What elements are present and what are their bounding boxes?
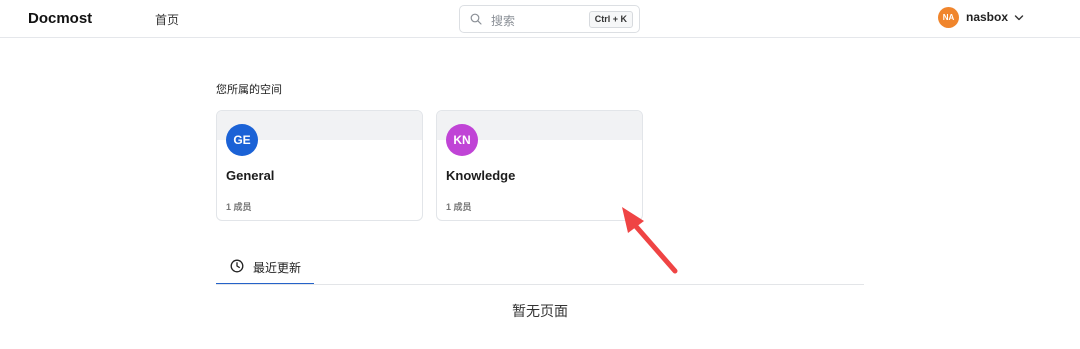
search-placeholder: 搜索 — [491, 14, 516, 28]
space-member-count: 1 成员 — [226, 202, 252, 212]
app-logo[interactable]: Docmost — [28, 10, 92, 27]
tab-recent-label: 最近更新 — [253, 261, 302, 275]
space-name: General — [226, 168, 275, 183]
tab-recent-updates[interactable]: 最近更新 — [216, 250, 314, 285]
search-shortcut-badge: Ctrl + K — [588, 11, 633, 28]
search-icon — [470, 13, 482, 25]
nav-home-link[interactable]: 首页 — [155, 11, 179, 28]
annotation-arrow-icon — [622, 207, 678, 274]
clock-icon — [230, 259, 244, 273]
tab-divider — [216, 284, 864, 285]
user-avatar[interactable]: NA — [938, 7, 959, 28]
space-member-count: 1 成员 — [446, 202, 472, 212]
empty-state-text: 暂无页面 — [512, 303, 568, 319]
top-header: Docmost 首页 搜索 Ctrl + K NA nasbox — [0, 0, 1080, 38]
space-card-general[interactable]: GE General 1 成员 — [216, 110, 423, 221]
chevron-down-icon[interactable] — [1014, 13, 1024, 23]
spaces-section-title: 您所属的空间 — [216, 84, 282, 96]
search-input[interactable]: 搜索 Ctrl + K — [459, 5, 640, 33]
user-name[interactable]: nasbox — [966, 10, 1008, 24]
space-name: Knowledge — [446, 168, 516, 183]
space-avatar: GE — [226, 124, 258, 156]
space-avatar: KN — [446, 124, 478, 156]
